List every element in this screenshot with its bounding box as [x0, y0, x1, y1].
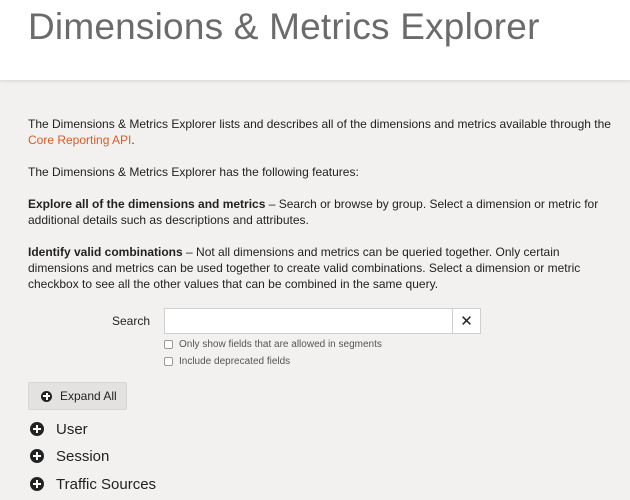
group-session[interactable]: Session: [28, 446, 109, 466]
plus-circle-icon: [30, 477, 44, 491]
deprecated-checkbox[interactable]: [164, 357, 173, 366]
intro-paragraph: The Dimensions & Metrics Explorer lists …: [28, 116, 618, 148]
plus-circle-icon: [30, 422, 44, 436]
group-label: Session: [56, 447, 110, 465]
deprecated-label: Include deprecated fields: [179, 356, 291, 367]
clear-search-button[interactable]: ✕: [452, 308, 481, 334]
intro-section: The Dimensions & Metrics Explorer lists …: [28, 116, 618, 292]
segments-only-label: Only show fields that are allowed in seg…: [179, 339, 382, 350]
page-title: Dimensions & Metrics Explorer: [28, 6, 540, 47]
expand-all-button[interactable]: Expand All: [28, 382, 127, 410]
feature-combinations: Identify valid combinations – Not all di…: [28, 244, 618, 292]
intro-period: .: [131, 133, 135, 147]
page-header: Dimensions & Metrics Explorer: [0, 0, 630, 81]
segments-only-checkbox[interactable]: [164, 340, 173, 349]
segments-only-option[interactable]: Only show fields that are allowed in seg…: [164, 339, 382, 350]
feature-explore: Explore all of the dimensions and metric…: [28, 196, 618, 228]
close-icon: ✕: [460, 313, 473, 330]
plus-circle-icon: [41, 390, 52, 402]
plus-circle-icon: [30, 449, 44, 463]
group-label: User: [56, 420, 88, 438]
search-label: Search: [112, 314, 151, 328]
features-intro: The Dimensions & Metrics Explorer has th…: [28, 165, 359, 179]
group-label: Traffic Sources: [56, 475, 157, 493]
group-user[interactable]: User: [28, 419, 88, 439]
feature-explore-title: Explore all of the dimensions and metric…: [28, 197, 266, 211]
core-reporting-api-link[interactable]: Core Reporting API: [28, 133, 131, 147]
intro-text: The Dimensions & Metrics Explorer lists …: [28, 117, 611, 131]
search-row: Search ✕: [0, 308, 630, 334]
feature-combinations-title: Identify valid combinations: [28, 245, 183, 259]
search-input[interactable]: [164, 308, 453, 334]
expand-all-label: Expand All: [60, 389, 117, 403]
deprecated-option[interactable]: Include deprecated fields: [164, 356, 290, 367]
group-traffic-sources[interactable]: Traffic Sources: [28, 474, 156, 494]
